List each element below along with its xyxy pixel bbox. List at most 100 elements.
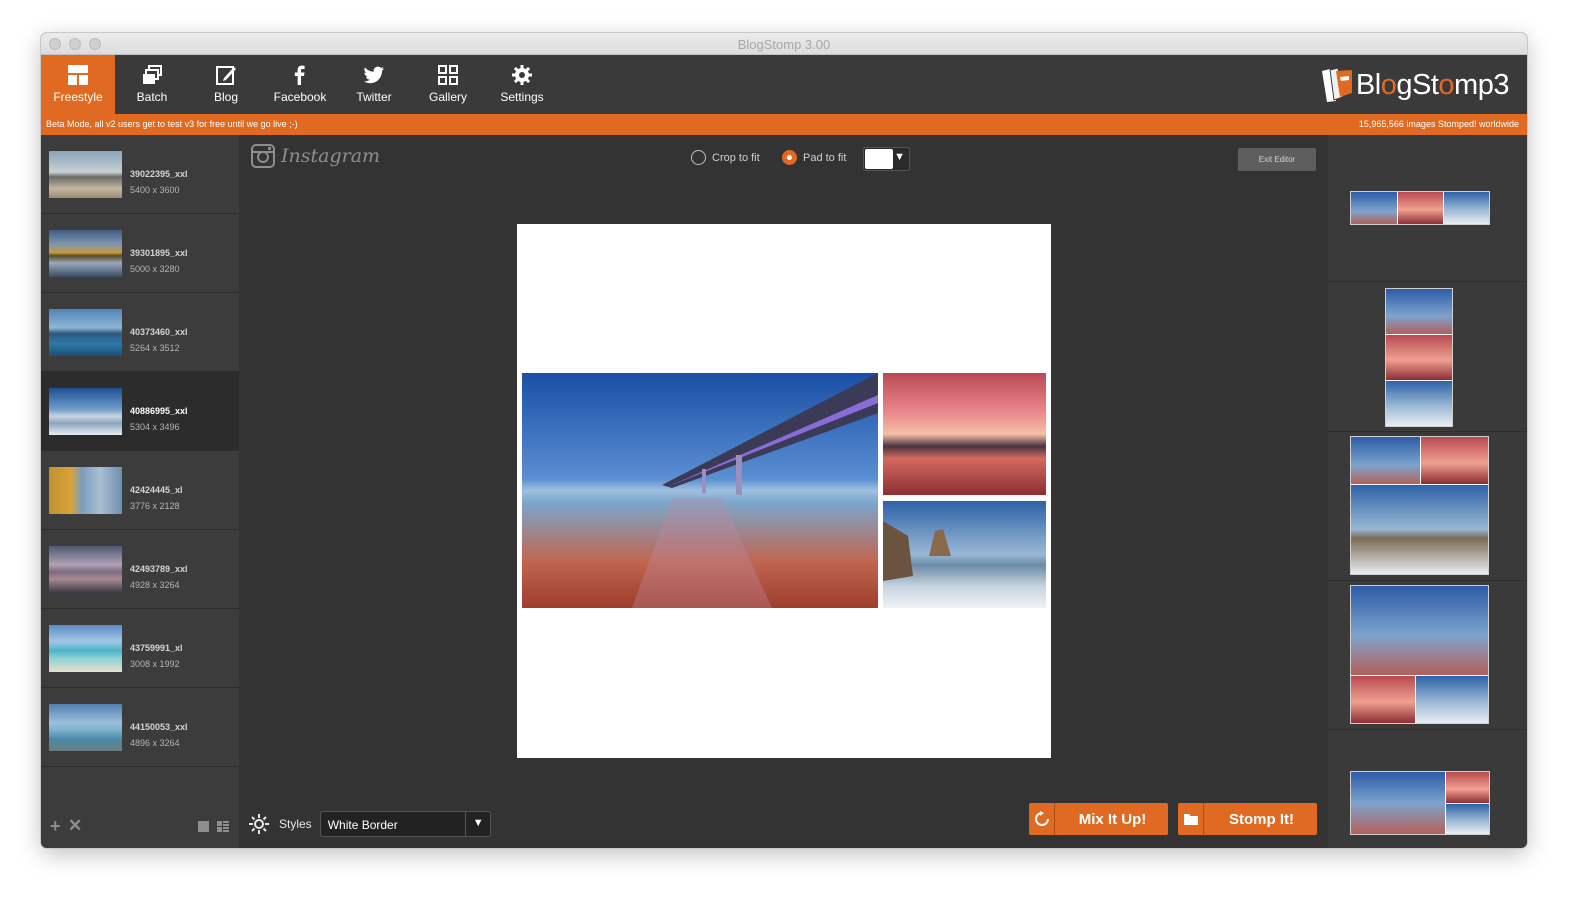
style-select[interactable]: White Border ▼ xyxy=(319,811,491,837)
tab-label: Facebook xyxy=(273,90,327,104)
image-dimensions: 4896 x 3264 xyxy=(130,738,180,748)
image-dimensions: 5264 x 3512 xyxy=(130,343,180,353)
tab-freestyle[interactable]: Freestyle xyxy=(41,55,115,114)
mix-it-up-button[interactable]: Mix It Up! xyxy=(1029,803,1168,835)
list-item[interactable]: 39022395_xxl 5400 x 3600 xyxy=(41,135,239,214)
styles-label: Styles xyxy=(279,817,312,831)
chevron-down-icon: ▼ xyxy=(894,151,905,163)
single-view-icon[interactable] xyxy=(198,821,209,832)
radio-label: Pad to fit xyxy=(803,151,847,164)
collage-photo-sunset[interactable] xyxy=(883,373,1046,495)
exit-editor-button[interactable]: Exit Editor xyxy=(1238,148,1316,171)
tab-gallery[interactable]: Gallery xyxy=(411,55,485,114)
button-label: Stomp It! xyxy=(1229,811,1294,828)
image-thumbnail xyxy=(49,546,122,593)
pad-to-fit-radio[interactable]: Pad to fit xyxy=(782,150,846,165)
image-dimensions: 5000 x 3280 xyxy=(130,264,180,274)
beta-banner: Beta Mode, all v2 users get to test v3 f… xyxy=(41,114,1527,135)
tab-label: Gallery xyxy=(428,90,467,104)
pad-color-picker[interactable]: ▼ xyxy=(863,147,910,171)
panel-divider xyxy=(1328,580,1527,581)
gallery-icon xyxy=(438,65,458,85)
app-logo: BlogStomp3 xyxy=(1318,65,1509,105)
app-window: BlogStomp 3.00 Freestyle Batch Blog Face… xyxy=(41,33,1527,848)
image-thumbnail xyxy=(49,309,122,356)
collage-photo-pier[interactable] xyxy=(522,373,878,608)
chevron-down-icon: ▼ xyxy=(472,817,484,829)
tab-label: Batch xyxy=(136,90,168,104)
editor-area: Instagram Crop to fit Pad to fit ▼ Exit … xyxy=(239,135,1328,848)
layout-option-three-vertical[interactable] xyxy=(1385,288,1453,427)
image-thumbnail xyxy=(49,704,122,751)
image-dimensions: 3776 x 2128 xyxy=(130,501,180,511)
image-dimensions: 4928 x 3264 xyxy=(130,580,180,590)
image-name: 39022395_xxl xyxy=(130,169,188,179)
image-list-panel: 39022395_xxl 5400 x 3600 39301895_xxl 50… xyxy=(41,135,239,848)
tab-label: Blog xyxy=(213,90,239,104)
panel-divider xyxy=(1328,281,1527,282)
layout-option-two-top-one-bottom[interactable] xyxy=(1350,436,1489,575)
folder-icon xyxy=(1178,803,1204,835)
image-thumbnail xyxy=(49,388,122,435)
blogstomp-logo-icon xyxy=(1321,67,1352,102)
tab-label: Settings xyxy=(500,90,544,104)
panel-divider xyxy=(1328,431,1527,432)
image-name: 43759991_xl xyxy=(130,643,183,653)
image-name: 42493789_xxl xyxy=(130,564,188,574)
blog-icon xyxy=(216,66,236,85)
logo-text: BlogStomp3 xyxy=(1355,68,1510,101)
layout-option-three-horizontal[interactable] xyxy=(1350,191,1490,225)
list-item[interactable]: 40373460_xxl 5264 x 3512 xyxy=(41,293,239,372)
refresh-icon xyxy=(1029,803,1055,835)
collage-canvas xyxy=(517,224,1051,758)
instagram-icon xyxy=(251,144,275,168)
freestyle-icon xyxy=(68,65,88,85)
layout-options-panel xyxy=(1328,135,1527,848)
select-divider xyxy=(464,812,466,836)
list-item[interactable]: 43759991_xl 3008 x 1992 xyxy=(41,609,239,688)
image-list-footer: + ✕ xyxy=(41,804,239,848)
tab-batch[interactable]: Batch xyxy=(115,55,189,114)
image-dimensions: 5304 x 3496 xyxy=(130,422,180,432)
radio-label: Crop to fit xyxy=(712,151,760,164)
tab-twitter[interactable]: Twitter xyxy=(337,55,411,114)
crop-to-fit-radio[interactable]: Crop to fit xyxy=(691,150,760,165)
image-name: 40886995_xxl xyxy=(130,406,188,416)
stomp-it-button[interactable]: Stomp It! xyxy=(1178,803,1317,835)
sun-icon xyxy=(249,814,269,834)
platform-name: Instagram xyxy=(281,145,381,167)
add-image-icon[interactable]: + xyxy=(50,816,61,837)
list-view-icon[interactable] xyxy=(217,821,229,832)
image-name: 39301895_xxl xyxy=(130,248,188,258)
beach-rock-photo xyxy=(883,501,1046,608)
tab-settings[interactable]: Settings xyxy=(485,55,559,114)
tab-blog[interactable]: Blog xyxy=(189,55,263,114)
twitter-icon xyxy=(363,66,384,84)
radio-circle xyxy=(691,150,706,165)
remove-image-icon[interactable]: ✕ xyxy=(68,816,82,836)
tab-label: Freestyle xyxy=(53,90,103,104)
main-toolbar: Freestyle Batch Blog Facebook Twitter Ga… xyxy=(41,55,1527,114)
tab-facebook[interactable]: Facebook xyxy=(263,55,337,114)
list-item[interactable]: 40886995_xxl 5304 x 3496 xyxy=(41,372,239,451)
image-thumbnail xyxy=(49,151,122,198)
layout-option-big-left[interactable] xyxy=(1350,771,1490,835)
panel-divider xyxy=(1328,729,1527,730)
list-item[interactable]: 42493789_xxl 4928 x 3264 xyxy=(41,530,239,609)
facebook-icon xyxy=(294,65,305,85)
styles-control: Styles White Border ▼ xyxy=(249,811,491,837)
platform-badge: Instagram xyxy=(251,144,380,168)
style-value: White Border xyxy=(327,818,398,832)
image-dimensions: 3008 x 1992 xyxy=(130,659,180,669)
image-thumbnail xyxy=(49,230,122,277)
layout-option-one-top-two-bottom[interactable] xyxy=(1350,585,1489,724)
image-dimensions: 5400 x 3600 xyxy=(130,185,180,195)
list-item[interactable]: 39301895_xxl 5000 x 3280 xyxy=(41,214,239,293)
image-thumbnail xyxy=(49,625,122,672)
image-name: 42424445_xl xyxy=(130,485,183,495)
collage-photo-beach-rock[interactable] xyxy=(883,501,1046,608)
list-item[interactable]: 44150053_xxl 4896 x 3264 xyxy=(41,688,239,767)
list-item[interactable]: 42424445_xl 3776 x 2128 xyxy=(41,451,239,530)
image-name: 40373460_xxl xyxy=(130,327,188,337)
window-title: BlogStomp 3.00 xyxy=(737,37,831,52)
